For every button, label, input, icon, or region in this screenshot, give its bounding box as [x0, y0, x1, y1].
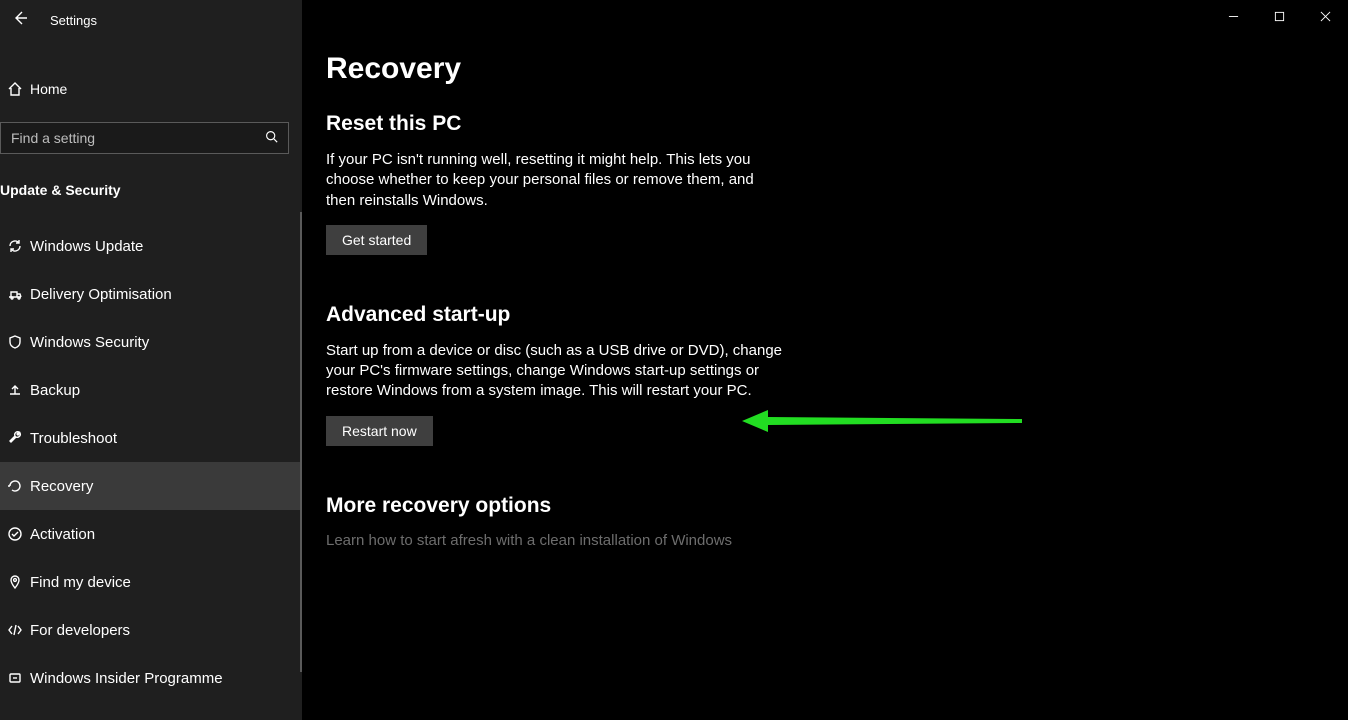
minimize-icon	[1228, 11, 1239, 22]
sidebar-item-label: Recovery	[30, 478, 93, 495]
recovery-icon	[0, 478, 30, 494]
close-icon	[1320, 11, 1331, 22]
check-circle-icon	[0, 526, 30, 542]
sidebar-item-windows-security[interactable]: Windows Security	[0, 318, 302, 366]
sidebar-item-label: Windows Insider Programme	[30, 670, 223, 687]
sidebar-item-label: Activation	[30, 526, 95, 543]
sidebar-item-for-developers[interactable]: For developers	[0, 606, 302, 654]
restart-now-button[interactable]: Restart now	[326, 416, 433, 446]
sidebar-home[interactable]: Home	[0, 66, 302, 112]
sidebar-nav: Windows Update Delivery Optimisation Win…	[0, 222, 302, 702]
section-desc-reset: If your PC isn't running well, resetting…	[326, 150, 786, 211]
sidebar-item-label: Delivery Optimisation	[30, 286, 172, 303]
section-title-reset: Reset this PC	[326, 112, 1082, 136]
sync-icon	[0, 238, 30, 254]
location-icon	[0, 574, 30, 590]
main: Recovery Reset this PC If your PC isn't …	[302, 0, 1348, 720]
shield-icon	[0, 334, 30, 350]
back-button[interactable]	[2, 10, 38, 30]
sidebar-item-label: Backup	[30, 382, 80, 399]
sidebar-item-label: For developers	[30, 622, 130, 639]
maximize-icon	[1274, 11, 1285, 22]
sidebar-item-backup[interactable]: Backup	[0, 366, 302, 414]
home-icon	[0, 81, 30, 97]
sidebar-home-label: Home	[30, 81, 67, 97]
minimize-button[interactable]	[1210, 0, 1256, 32]
arrow-left-icon	[12, 10, 28, 26]
delivery-icon	[0, 286, 30, 302]
search-box[interactable]	[0, 122, 289, 154]
close-button[interactable]	[1302, 0, 1348, 32]
section-more-recovery: More recovery options Learn how to start…	[326, 494, 1082, 549]
sidebar-item-activation[interactable]: Activation	[0, 510, 302, 558]
section-title-more: More recovery options	[326, 494, 1082, 518]
sidebar-item-label: Windows Update	[30, 238, 143, 255]
search-input[interactable]	[11, 130, 254, 146]
code-icon	[0, 622, 30, 638]
sidebar-item-label: Troubleshoot	[30, 430, 117, 447]
insider-icon	[0, 670, 30, 686]
get-started-button[interactable]: Get started	[326, 225, 427, 255]
wrench-icon	[0, 430, 30, 446]
search-icon	[265, 130, 278, 146]
sidebar-item-label: Find my device	[30, 574, 131, 591]
backup-icon	[0, 382, 30, 398]
page-title: Recovery	[326, 52, 1082, 86]
window-controls	[1210, 0, 1348, 32]
sidebar-item-troubleshoot[interactable]: Troubleshoot	[0, 414, 302, 462]
sidebar-item-windows-insider[interactable]: Windows Insider Programme	[0, 654, 302, 702]
sidebar-item-delivery-optimisation[interactable]: Delivery Optimisation	[0, 270, 302, 318]
clean-install-link[interactable]: Learn how to start afresh with a clean i…	[326, 532, 1082, 549]
sidebar-item-find-my-device[interactable]: Find my device	[0, 558, 302, 606]
sidebar-group-title: Update & Security	[0, 182, 302, 198]
section-advanced-startup: Advanced start-up Start up from a device…	[326, 303, 1082, 446]
sidebar-item-windows-update[interactable]: Windows Update	[0, 222, 302, 270]
section-reset-this-pc: Reset this PC If your PC isn't running w…	[326, 112, 1082, 255]
section-title-advanced: Advanced start-up	[326, 303, 1082, 327]
maximize-button[interactable]	[1256, 0, 1302, 32]
app-title: Settings	[38, 13, 97, 28]
sidebar-item-label: Windows Security	[30, 334, 149, 351]
sidebar-item-recovery[interactable]: Recovery	[0, 462, 302, 510]
section-desc-advanced: Start up from a device or disc (such as …	[326, 341, 786, 402]
sidebar: Settings Home Update & Security Windows …	[0, 0, 302, 720]
